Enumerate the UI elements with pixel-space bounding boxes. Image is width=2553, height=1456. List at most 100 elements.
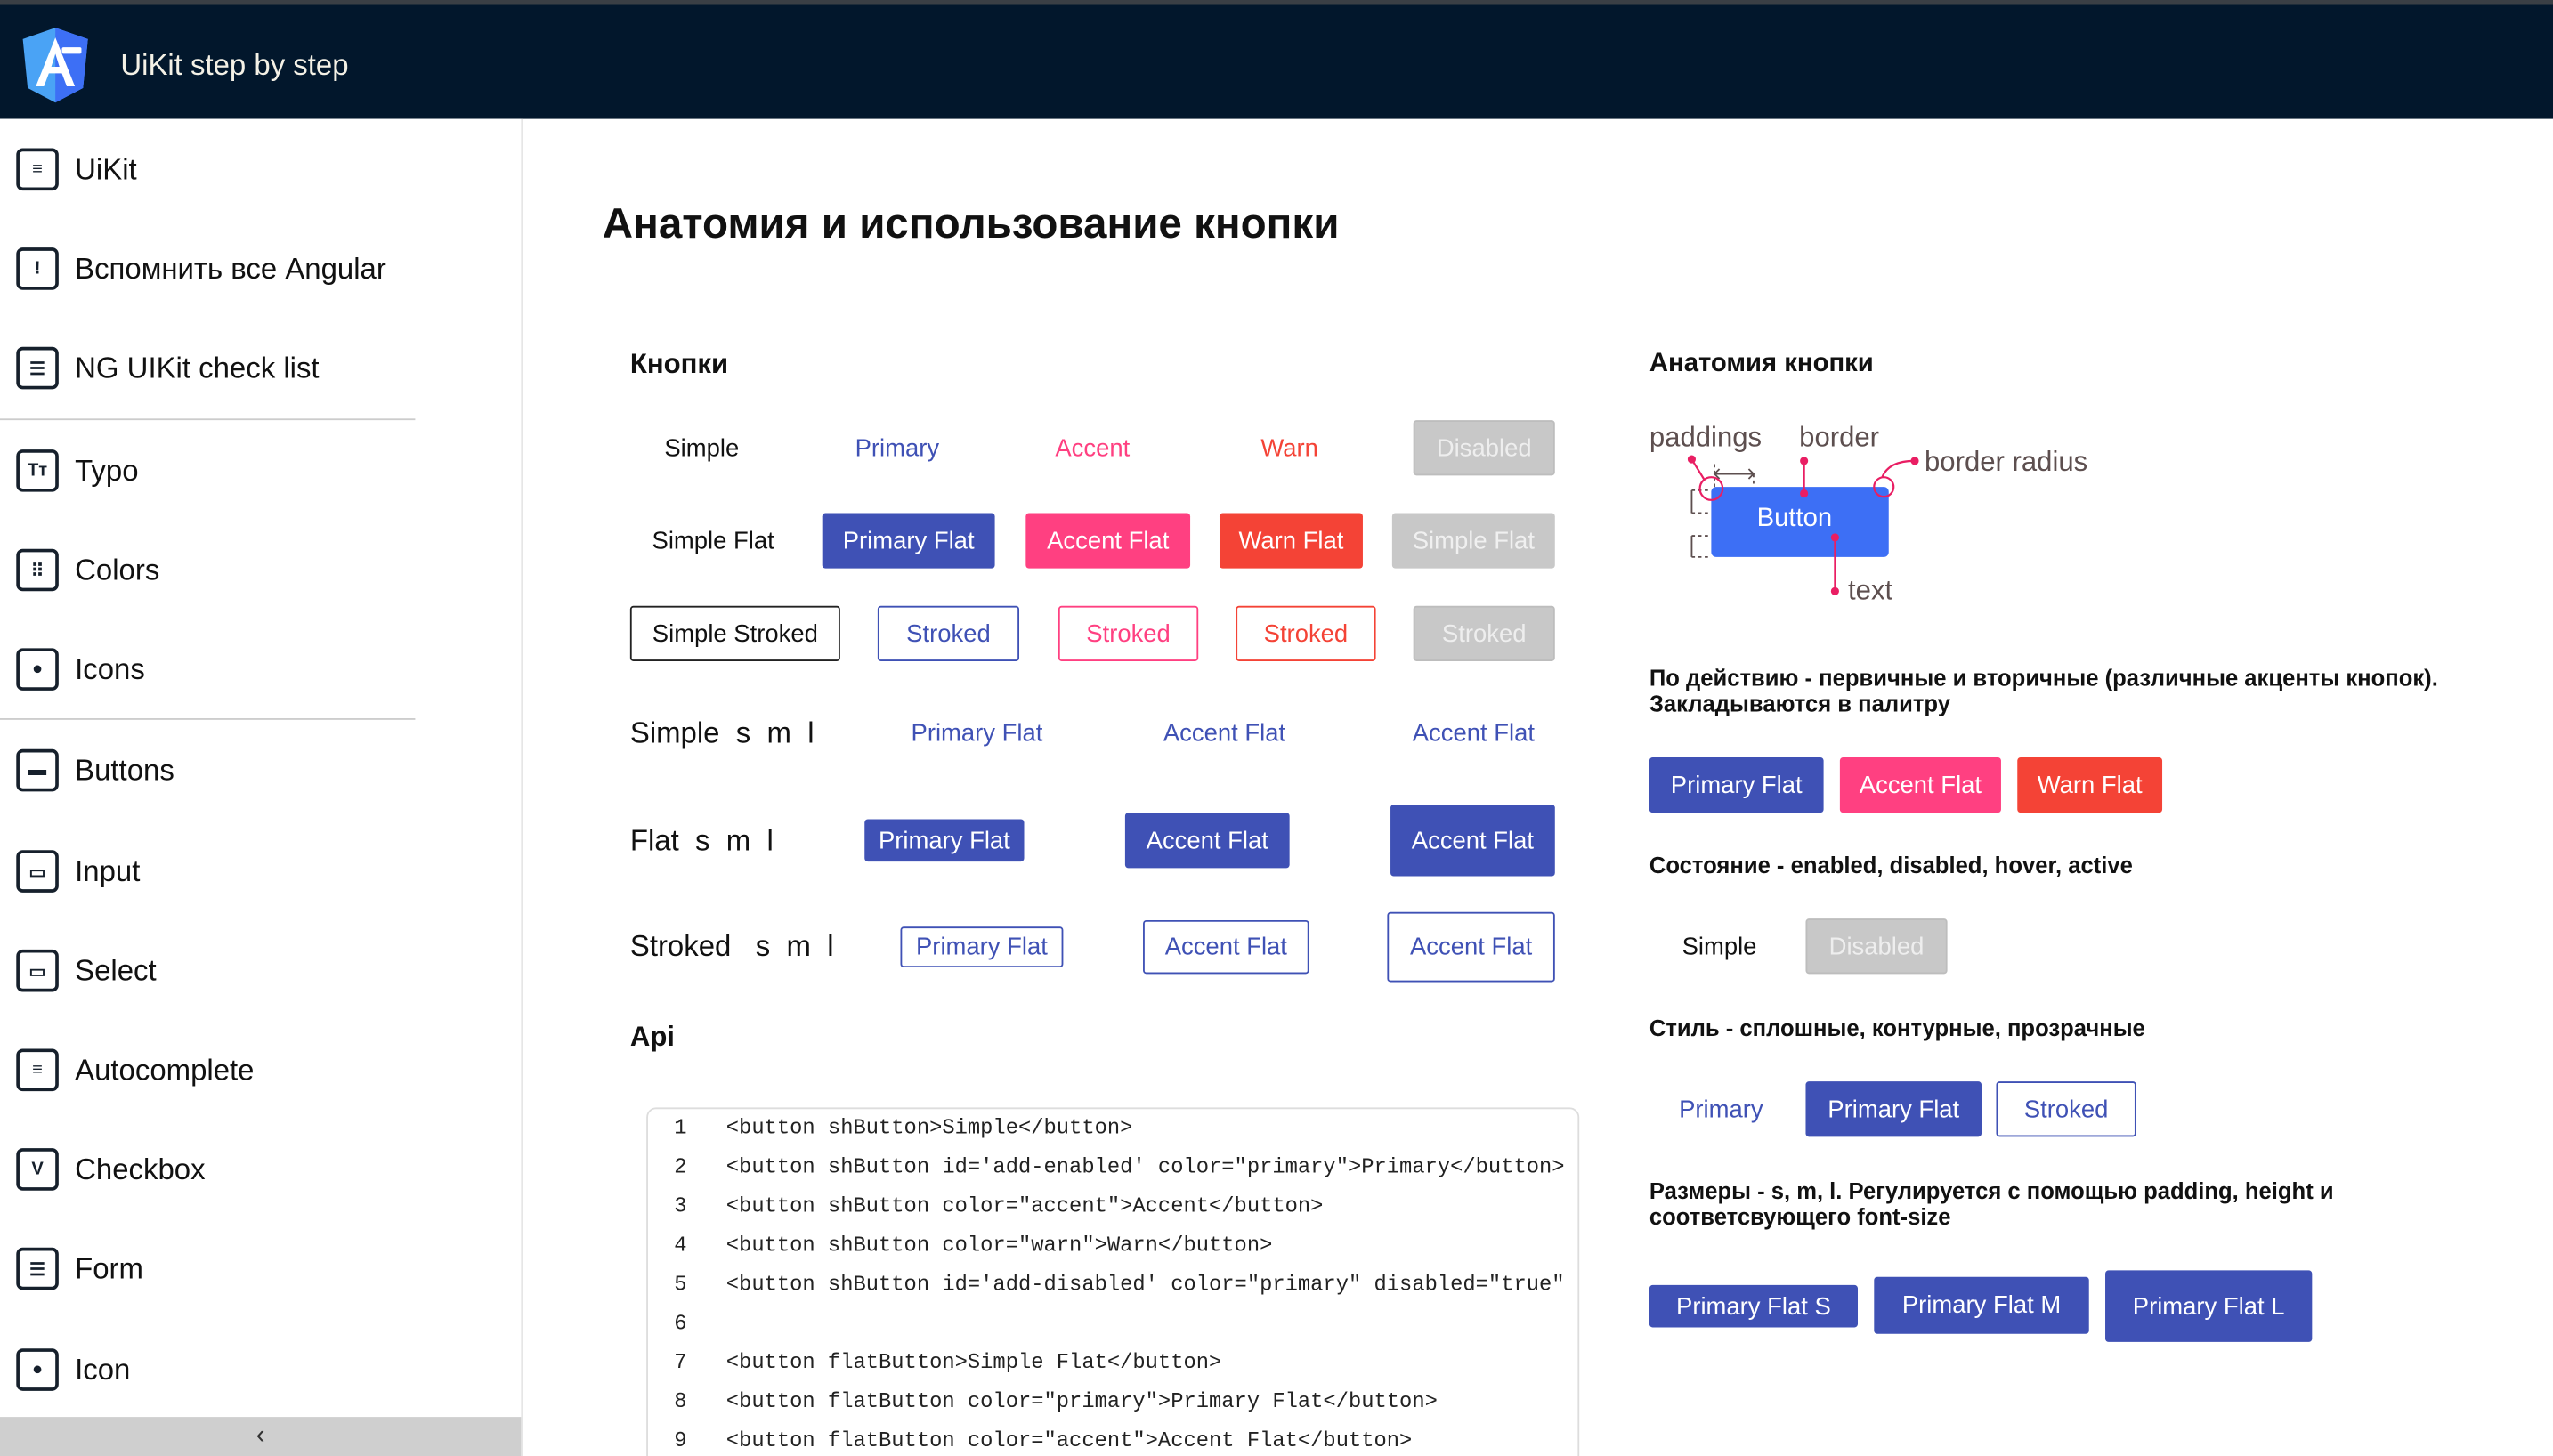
sidebar-item-checkbox[interactable]: V Checkbox [16,1145,206,1193]
sidebar-item-icons[interactable]: ● Icons [16,645,145,694]
simple-flat-disabled-button: Simple Flat [1391,513,1555,569]
sidebar-item-select[interactable]: ▭ Select [16,946,157,995]
sidebar-item-autocomplete[interactable]: ≡ Autocomplete [16,1046,254,1095]
input-icon: ▭ [16,850,59,893]
warn-flat-button[interactable]: Warn Flat [1219,513,1363,569]
warn-flat-button[interactable]: Warn Flat [2017,756,2163,813]
primary-flat-s-button[interactable]: Primary Flat S [1649,1284,1859,1328]
sidebar-item-label: UiKit [75,152,137,185]
sidebar-item-buttons[interactable]: ▬ Buttons [16,746,174,795]
sidebar-item-label: Input [75,853,141,887]
sidebar-item-angular[interactable]: ! Вспомнить все Angular [16,245,386,294]
accent-simple-m-button[interactable]: Accent Flat [1143,707,1306,759]
sidebar-item-typo[interactable]: Tт Typo [16,446,139,495]
simple-button[interactable]: Simple [1661,918,1779,974]
sidebar-item-label: Select [75,953,157,987]
primary-simple-s-button[interactable]: Primary Flat [892,712,1061,755]
app-header: UiKit step by step [0,4,2553,119]
list-icon: ≡ [16,148,59,191]
primary-button[interactable]: Primary [831,420,964,475]
form-icon: ☰ [16,1247,59,1290]
size-description: Размеры - s, m, l. Регулируется с помощь… [1649,1177,2334,1204]
accent-stroked-l-button[interactable]: Accent Flat [1387,911,1555,983]
sidebar: ≡ UiKit ! Вспомнить все Angular ☰ NG UIKit … [0,118,523,1456]
sidebar-item-uikit[interactable]: ≡ UiKit [16,145,137,194]
sidebar-item-label: Checkbox [75,1152,206,1185]
alert-message-icon: ! [16,247,59,290]
primary-stroked-button[interactable]: Stroked [877,605,1020,661]
primary-flat-button[interactable]: Primary Flat [1805,1081,1982,1137]
stroked-button[interactable]: Stroked [1996,1081,2136,1137]
text-label: text [1848,574,1893,606]
sidebar-item-colors[interactable]: ⠿ Colors [16,546,159,595]
primary-flat-button[interactable]: Primary Flat [1649,756,1824,813]
button-anatomy-diagram: paddings border border radius Button tex… [1644,416,2116,619]
angular-uikit-logo [22,28,88,103]
size-description-2: соответсвующего font-size [1649,1203,1951,1230]
state-description: Состояние - enabled, disabled, hover, ac… [1649,852,2133,878]
sidebar-item-label: Typo [75,453,139,487]
sidebar-divider [0,418,416,421]
primary-stroked-s-button[interactable]: Primary Flat [900,926,1064,968]
stroked-sizes-label: Stroked s m l [629,929,834,963]
primary-flat-m-button[interactable]: Primary Flat M [1874,1276,2089,1334]
blob-icon: ● [16,1348,59,1391]
palette-grid-icon: ⠿ [16,548,59,592]
disabled-button: Disabled [1805,918,1948,975]
warn-button[interactable]: Warn [1234,420,1344,475]
sidebar-item-checklist[interactable]: ☰ NG UIKit check list [16,344,320,392]
accent-button[interactable]: Accent [1029,420,1156,475]
simple-stroked-button[interactable]: Simple Stroked [629,605,840,661]
buttons-heading: Кнопки [629,348,729,380]
sidebar-item-label: Icons [75,651,145,685]
sidebar-item-input[interactable]: ▭ Input [16,847,140,896]
accent-flat-l-button[interactable]: Accent Flat [1390,805,1555,877]
diagram-button-label: Button [1756,505,1833,533]
typography-icon: Tт [16,449,59,492]
sidebar-divider [0,718,416,720]
primary-flat-button[interactable]: Primary Flat [822,513,995,569]
action-description-2: Закладываются в палитру [1649,690,1950,717]
sidebar-item-label: Colors [75,553,160,586]
flat-sizes-label: Flat s m l [629,823,774,857]
checklist-icon: ☰ [16,346,59,390]
stroked-disabled-button: Stroked [1413,605,1555,661]
accent-simple-l-button[interactable]: Accent Flat [1392,700,1555,765]
style-description: Стиль - сплошные, контурные, прозрачные [1649,1015,2145,1041]
buttons-icon: ▬ [16,748,59,792]
sidebar-item-label: Form [75,1251,143,1284]
sidebar-item-label: Icon [75,1352,131,1386]
primary-flat-s-button[interactable]: Primary Flat [864,819,1025,862]
simple-flat-button[interactable]: Simple Flat [635,513,791,568]
sidebar-item-label: Вспомнить все Angular [75,251,386,285]
select-icon: ▭ [16,949,59,992]
checkbox-icon: V [16,1148,59,1191]
sidebar-item-label: Autocomplete [75,1053,255,1086]
border-radius-label: border radius [1924,446,2088,478]
simple-sizes-label: Simple s m l [629,716,815,749]
sidebar-collapse-button[interactable]: ‹ [0,1417,522,1456]
accent-stroked-m-button[interactable]: Accent Flat [1143,919,1309,975]
chevron-left-icon: ‹ [255,1421,265,1450]
app-title: UiKit step by step [120,48,349,82]
code-block: 1 <button shButton>Simple</button> 2 <butt… [646,1107,1580,1456]
primary-flat-l-button[interactable]: Primary Flat L [2105,1270,2313,1342]
autocomplete-icon: ≡ [16,1048,59,1092]
sidebar-item-form[interactable]: ☰ Form [16,1244,143,1293]
sidebar-item-icon[interactable]: ● Icon [16,1346,130,1395]
blob-icon: ● [16,648,59,691]
accent-flat-m-button[interactable]: Accent Flat [1124,813,1290,869]
disabled-button: Disabled [1413,420,1555,476]
action-description: По действию - первичные и вторичные (раз… [1649,664,2438,691]
accent-stroked-button[interactable]: Stroked [1058,605,1199,661]
accent-flat-button[interactable]: Accent Flat [1025,513,1191,569]
simple-button[interactable]: Simple [638,420,766,475]
paddings-label: paddings [1649,421,1763,453]
primary-button[interactable]: Primary [1657,1081,1785,1136]
accent-flat-button[interactable]: Accent Flat [1839,756,2001,813]
border-label: border [1799,421,1880,453]
warn-stroked-button[interactable]: Stroked [1236,605,1376,661]
sidebar-item-label: NG UIKit check list [75,351,320,384]
sidebar-item-label: Buttons [75,753,174,786]
anatomy-heading: Анатомия кнопки [1649,350,1874,378]
